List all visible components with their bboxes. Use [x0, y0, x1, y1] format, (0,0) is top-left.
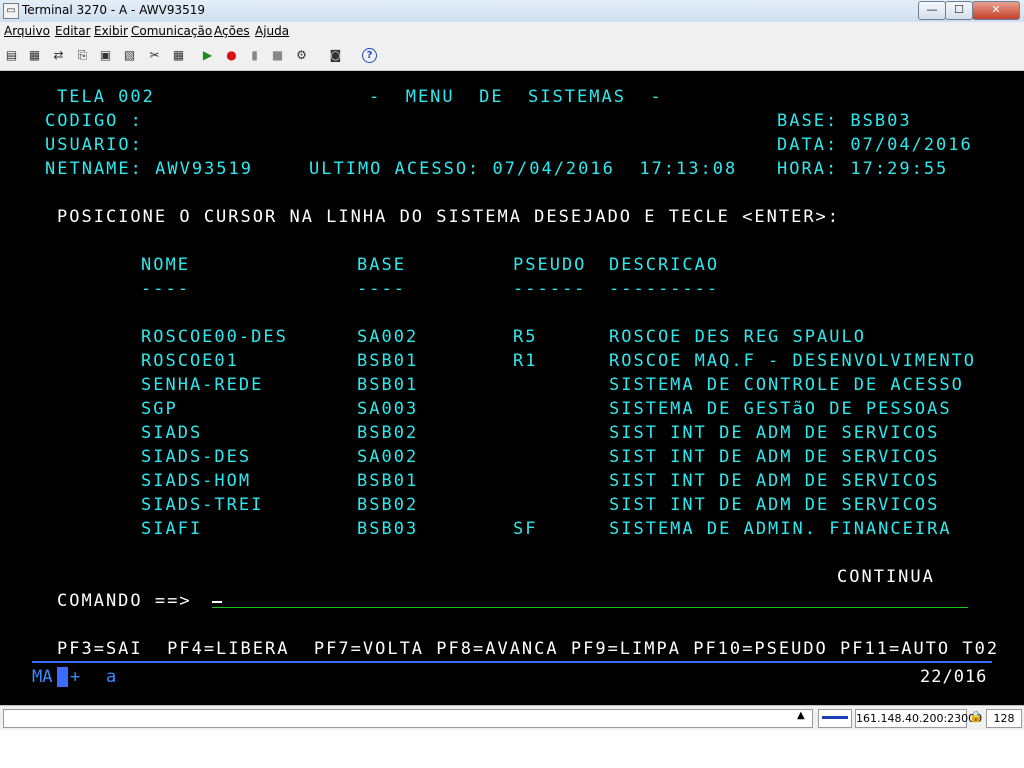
row-descricao: SIST INT DE ADM DE SERVICOS — [609, 495, 940, 515]
row-nome[interactable]: SENHA-REDE — [141, 375, 263, 395]
row-base: BSB03 — [357, 519, 419, 539]
title-bar: ▭ Terminal 3270 - A - AWV93519 — ☐ ✕ — [0, 0, 1024, 23]
row-base: BSB02 — [357, 495, 419, 515]
col-header-nome: NOME — [141, 255, 190, 275]
col-underline-pseudo: ------ — [513, 279, 587, 299]
row-nome[interactable]: SIADS-DES — [141, 447, 251, 467]
menu-arquivo[interactable]: Arquivo — [4, 24, 50, 38]
codigo-label: CODIGO : — [45, 111, 143, 131]
date-info: DATA: 07/04/2016 — [777, 135, 973, 155]
print-icon[interactable]: ▦ — [27, 48, 42, 63]
row-base: SA002 — [357, 447, 419, 467]
minimize-button[interactable]: — — [918, 1, 946, 20]
row-nome[interactable]: SIADS-HOM — [141, 471, 251, 491]
status-bar: ▲ 161.148.40.200:23000 🔒 128 — [0, 705, 1024, 730]
paste-icon[interactable]: ▣ — [98, 48, 113, 63]
instruction-text: POSICIONE O CURSOR NA LINHA DO SISTEMA D… — [57, 207, 841, 227]
row-descricao: SISTEMA DE ADMIN. FINANCEIRA — [609, 519, 952, 539]
col-underline-descricao: --------- — [609, 279, 720, 299]
menu-ajuda[interactable]: Ajuda — [255, 24, 289, 38]
row-base: BSB02 — [357, 423, 419, 443]
row-pseudo: R1 — [513, 351, 538, 371]
scroll-up-icon[interactable]: ▲ — [797, 710, 805, 721]
row-base: BSB01 — [357, 471, 419, 491]
menu-comunicacao[interactable]: Comunicação — [131, 24, 212, 38]
row-descricao: SISTEMA DE GESTãO DE PESSOAS — [609, 399, 952, 419]
settings-icon[interactable]: ⚙ — [294, 48, 309, 63]
pause-icon[interactable]: ▮ — [247, 48, 262, 63]
row-nome[interactable]: SIAFI — [141, 519, 202, 539]
disk-icon[interactable]: ◙ — [328, 48, 343, 63]
print-screen-icon[interactable]: ▤ — [4, 48, 19, 63]
terminal-app-icon: ▭ — [3, 3, 19, 19]
row-nome[interactable]: SIADS — [141, 423, 202, 443]
oia-plus: + — [70, 667, 81, 687]
toolbar: ▤ ▦ ⇄ ⎘ ▣ ▧ ✂ ▦ ▶ ● ▮ ■ ⚙ ◙ ? — [0, 42, 1024, 71]
oia-separator — [32, 661, 992, 663]
col-underline-base: ---- — [357, 279, 406, 299]
row-base: SA002 — [357, 327, 419, 347]
netname-info: NETNAME: AWV93519 — [45, 159, 253, 179]
row-base: BSB01 — [357, 375, 419, 395]
row-base: BSB01 — [357, 351, 419, 371]
close-button[interactable]: ✕ — [972, 1, 1020, 20]
text-cursor — [212, 601, 222, 603]
oia-cursor-block — [57, 667, 68, 687]
col-header-descricao: DESCRICAO — [609, 255, 720, 275]
menu-bar: Arquivo Editar Exibir Comunicação Ações … — [0, 22, 1024, 42]
record-icon[interactable]: ● — [224, 48, 239, 63]
keypad-icon[interactable]: ▦ — [171, 48, 186, 63]
row-descricao: SIST INT DE ADM DE SERVICOS — [609, 471, 940, 491]
connection-icon — [818, 709, 852, 728]
terminal-screen[interactable]: TELA 002 - MENU DE SISTEMAS - CODIGO : B… — [0, 71, 1024, 705]
row-descricao: SISTEMA DE CONTROLE DE ACESSO — [609, 375, 964, 395]
base-info: BASE: BSB03 — [777, 111, 912, 131]
desktop-area — [0, 730, 1024, 768]
screen-title: - MENU DE SISTEMAS - — [369, 87, 663, 107]
row-nome[interactable]: ROSCOE01 — [141, 351, 239, 371]
comando-label: COMANDO ==> — [57, 591, 192, 611]
row-base: SA003 — [357, 399, 419, 419]
screen-id: TELA 002 — [57, 87, 155, 107]
play-icon[interactable]: ▶ — [200, 48, 215, 63]
window-title: Terminal 3270 - A - AWV93519 — [22, 3, 205, 17]
row-descricao: ROSCOE DES REG SPAULO — [609, 327, 866, 347]
send-file-icon[interactable]: ⇄ — [51, 48, 66, 63]
maximize-button[interactable]: ☐ — [945, 1, 973, 20]
stop-icon[interactable]: ■ — [270, 48, 285, 63]
usuario-label: USUARIO: — [45, 135, 143, 155]
copy-icon[interactable]: ⎘ — [75, 48, 90, 63]
menu-exibir[interactable]: Exibir — [94, 24, 128, 38]
lock-icon: 🔒 — [969, 710, 983, 723]
help-icon[interactable]: ? — [362, 48, 377, 63]
oia-mode: MA — [32, 667, 53, 687]
oia-indicator: a — [106, 667, 117, 687]
copy-append-icon[interactable]: ▧ — [122, 48, 137, 63]
session-count: 128 — [986, 709, 1022, 728]
row-nome[interactable]: SGP — [141, 399, 178, 419]
col-header-base: BASE — [357, 255, 406, 275]
time-info: HORA: 17:29:55 — [777, 159, 949, 179]
status-message-field — [3, 709, 813, 728]
row-descricao: ROSCOE MAQ.F - DESENVOLVIMENTO — [609, 351, 977, 371]
col-header-pseudo: PSEUDO — [513, 255, 587, 275]
row-pseudo: SF — [513, 519, 538, 539]
cursor-position: 22/016 — [920, 667, 988, 687]
macro-icon[interactable]: ✂ — [147, 48, 162, 63]
menu-acoes[interactable]: Ações — [214, 24, 250, 38]
row-nome[interactable]: SIADS-TREI — [141, 495, 263, 515]
row-descricao: SIST INT DE ADM DE SERVICOS — [609, 423, 940, 443]
col-underline-nome: ---- — [141, 279, 190, 299]
row-nome[interactable]: ROSCOE00-DES — [141, 327, 288, 347]
menu-editar[interactable]: Editar — [55, 24, 91, 38]
comando-field-underline[interactable] — [212, 607, 968, 608]
continua-indicator: CONTINUA — [837, 567, 935, 587]
row-pseudo: R5 — [513, 327, 538, 347]
last-access-info: ULTIMO ACESSO: 07/04/2016 17:13:08 — [309, 159, 738, 179]
row-descricao: SIST INT DE ADM DE SERVICOS — [609, 447, 940, 467]
pf-keys-legend: PF3=SAI PF4=LIBERA PF7=VOLTA PF8=AVANCA … — [57, 639, 1000, 659]
host-address: 161.148.40.200:23000 — [855, 709, 982, 728]
